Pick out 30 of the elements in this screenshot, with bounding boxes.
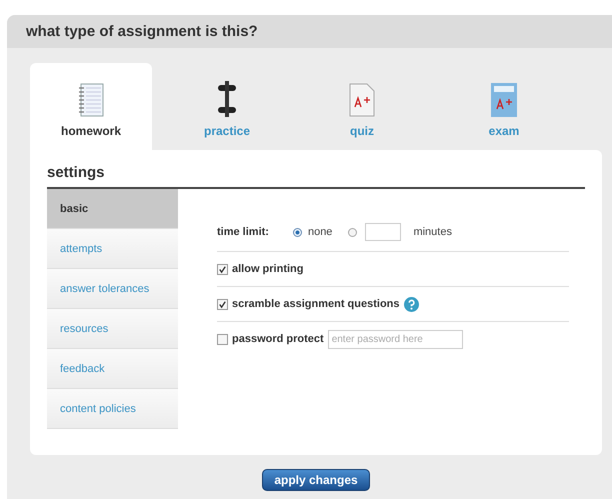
assignment-type-tab[interactable]: exam [443, 63, 565, 150]
assignment-type-tab[interactable]: quiz [301, 63, 423, 150]
settings-menu-item[interactable]: resources [47, 309, 178, 349]
help-icon[interactable] [404, 296, 418, 312]
radio-label: none [308, 226, 332, 238]
assignment-type-tab[interactable]: homework [30, 63, 152, 150]
settings-menu-item[interactable]: content policies [47, 389, 178, 429]
settings-menu-item[interactable]: attempts [47, 229, 178, 269]
time-limit-label: time limit: [217, 226, 269, 238]
radio-button[interactable] [292, 228, 302, 236]
password-field[interactable]: enter password here [328, 330, 463, 348]
radio-button[interactable] [348, 228, 358, 236]
option-label: password protect [232, 333, 324, 345]
option-label: allow printing [232, 263, 304, 275]
checkbox[interactable] [217, 298, 228, 310]
settings-menu-item[interactable]: answer tolerances [47, 269, 178, 309]
minutes-field[interactable] [365, 223, 402, 241]
minutes-label: minutes [413, 226, 452, 238]
option-label: scramble assignment questions [232, 298, 400, 310]
apply-changes-button[interactable]: apply changes [262, 469, 370, 491]
graded-card-icon [491, 83, 517, 117]
header-title: what type of assignment is this? [26, 23, 258, 40]
checkbox[interactable] [217, 264, 228, 274]
checkbox[interactable] [217, 334, 228, 344]
settings-menu-item[interactable]: feedback [47, 349, 178, 389]
assignment-type-tab[interactable]: practice [166, 63, 288, 150]
dumbbell-icon [217, 81, 237, 117]
notebook-icon [78, 83, 104, 117]
settings-menu-item[interactable]: basic [47, 189, 178, 229]
graded-paper-icon [349, 83, 375, 117]
